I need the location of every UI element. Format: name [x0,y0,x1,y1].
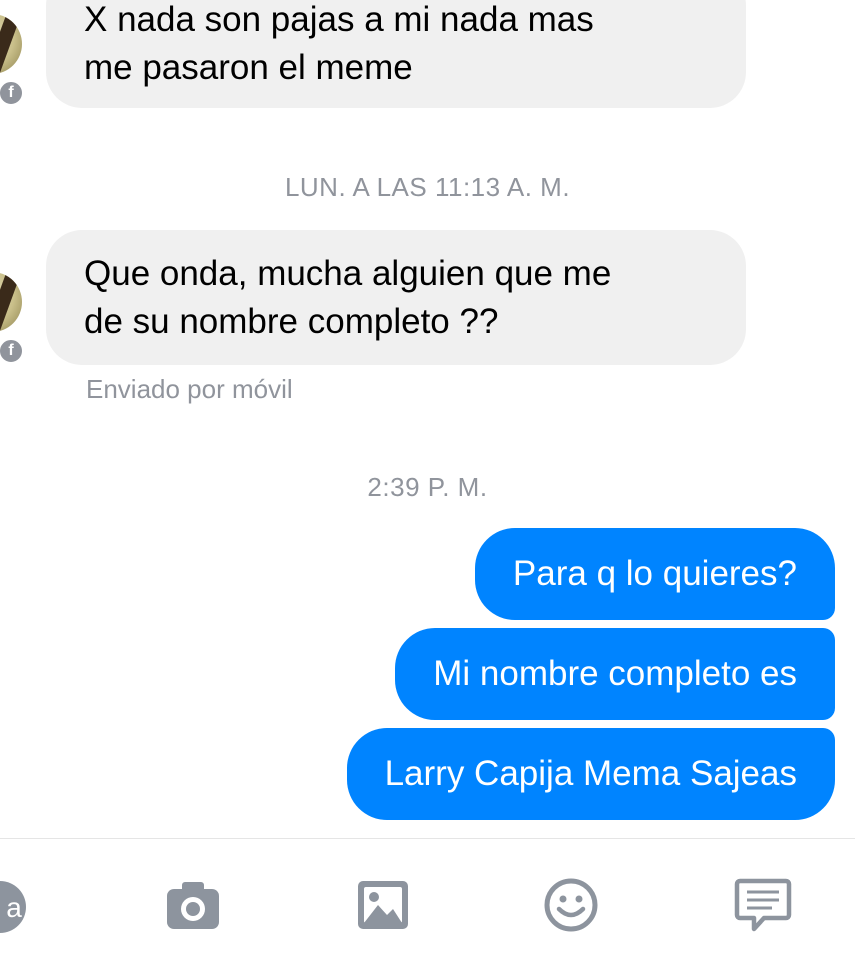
avatar[interactable] [0,14,22,74]
message-line: me pasaron el meme [84,48,413,87]
chat-thread: f X nada son pajas a mi nada mas me pasa… [0,0,855,838]
timestamp: 2:39 P. M. [367,472,488,502]
incoming-message-bubble[interactable]: X nada son pajas a mi nada mas me pasaro… [46,0,746,108]
emoji-icon[interactable] [542,877,600,933]
outgoing-message-bubble[interactable]: Larry Capija Mema Sajeas [346,728,835,820]
text-format-icon[interactable]: a [0,881,26,933]
facebook-badge-icon: f [0,338,24,364]
svg-text:a: a [6,892,22,923]
outgoing-message-bubble[interactable]: Mi nombre completo es [395,628,835,720]
sent-from-label: Enviado por móvil [86,374,293,404]
outgoing-message-bubble[interactable]: Para q lo quieres? [474,528,835,620]
message-line: X nada son pajas a mi nada mas [84,0,594,39]
avatar[interactable] [0,272,22,332]
composer-toolbar: a [0,838,855,961]
timestamp: LUN. A LAS 11:13 A. M. [284,172,571,202]
incoming-message-bubble[interactable]: Que onda, mucha alguien que me de su nom… [46,230,746,365]
message-line: de su nombre completo ?? [84,302,499,341]
image-icon[interactable] [354,877,412,933]
facebook-badge-icon: f [0,80,24,106]
more-icon[interactable] [734,877,792,933]
message-line: Que onda, mucha alguien que me [84,254,612,293]
camera-icon[interactable] [164,877,222,933]
